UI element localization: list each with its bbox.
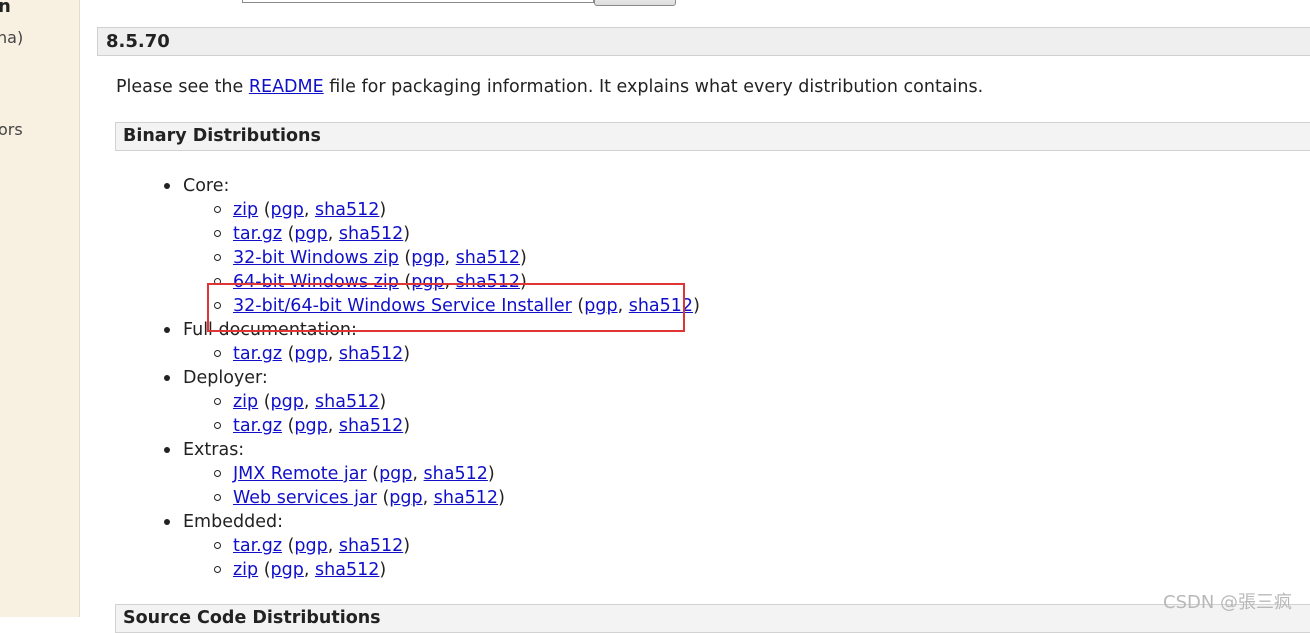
sha512-link[interactable]: sha512 (339, 344, 403, 364)
pgp-link[interactable]: pgp (379, 464, 412, 484)
pgp-link[interactable]: pgp (294, 344, 327, 364)
sha512-link[interactable]: sha512 (456, 248, 520, 268)
circle-bullet-icon (214, 494, 221, 501)
pgp-link[interactable]: pgp (584, 296, 617, 316)
list-item-embedded: Embedded: (164, 510, 283, 534)
version-header: 8.5.70 (97, 27, 1310, 56)
embedded-label: Embedded: (183, 512, 283, 532)
list-item-extras: Extras: (164, 438, 245, 462)
web-services-jar-link[interactable]: Web services jar (233, 488, 377, 508)
list-item: zip (pgp, sha512) (214, 198, 386, 222)
pgp-link[interactable]: pgp (389, 488, 422, 508)
binary-distributions-header: Binary Distributions (115, 122, 1310, 151)
bullet-icon (164, 519, 170, 525)
circle-bullet-icon (214, 350, 221, 357)
circle-bullet-icon (214, 470, 221, 477)
list-item: tar.gz (pgp, sha512) (214, 534, 410, 558)
circle-bullet-icon (214, 206, 221, 213)
sidebar-fragment: n (0, 0, 11, 17)
sidebar-fragment[interactable]: ors (0, 120, 23, 139)
extras-label: Extras: (183, 440, 245, 460)
circle-bullet-icon (214, 278, 221, 285)
deployer-targz-link[interactable]: tar.gz (233, 416, 282, 436)
section-title: Binary Distributions (123, 126, 321, 146)
list-item-deployer: Deployer: (164, 366, 268, 390)
watermark: CSDN @張三疯 (1163, 592, 1293, 613)
full-documentation-label: Full documentation: (183, 320, 357, 340)
sha512-link[interactable]: sha512 (315, 392, 379, 412)
list-item: tar.gz (pgp, sha512) (214, 222, 410, 246)
section-title: Source Code Distributions (123, 608, 381, 628)
sidebar-fragment[interactable]: na) (0, 28, 23, 47)
intro-text: Please see the README file for packaging… (116, 77, 983, 97)
pgp-link[interactable]: pgp (294, 224, 327, 244)
circle-bullet-icon (214, 398, 221, 405)
circle-bullet-icon (214, 566, 221, 573)
list-item: tar.gz (pgp, sha512) (214, 414, 410, 438)
circle-bullet-icon (214, 422, 221, 429)
jmx-remote-jar-link[interactable]: JMX Remote jar (233, 464, 367, 484)
list-item: JMX Remote jar (pgp, sha512) (214, 462, 495, 486)
deployer-zip-link[interactable]: zip (233, 392, 258, 412)
bullet-icon (164, 327, 170, 333)
pgp-link[interactable]: pgp (271, 560, 304, 580)
embedded-targz-link[interactable]: tar.gz (233, 536, 282, 556)
core-zip-link[interactable]: zip (233, 200, 258, 220)
sha512-link[interactable]: sha512 (315, 200, 379, 220)
list-item-core: Core: (164, 174, 230, 198)
source-code-distributions-header: Source Code Distributions (115, 604, 1310, 633)
windows-service-installer-link[interactable]: 32-bit/64-bit Windows Service Installer (233, 296, 572, 316)
pgp-link[interactable]: pgp (271, 392, 304, 412)
list-item-full-documentation: Full documentation: (164, 318, 357, 342)
list-item: 64-bit Windows zip (pgp, sha512) (214, 270, 527, 294)
bullet-icon (164, 375, 170, 381)
sha512-link[interactable]: sha512 (424, 464, 488, 484)
docs-targz-link[interactable]: tar.gz (233, 344, 282, 364)
sha512-link[interactable]: sha512 (456, 272, 520, 292)
list-item: 32-bit/64-bit Windows Service Installer … (214, 294, 700, 318)
sha512-link[interactable]: sha512 (629, 296, 693, 316)
circle-bullet-icon (214, 230, 221, 237)
intro-text-before: Please see the (116, 77, 249, 97)
search-button[interactable] (594, 0, 676, 6)
pgp-link[interactable]: pgp (411, 248, 444, 268)
embedded-zip-link[interactable]: zip (233, 560, 258, 580)
bullet-icon (164, 183, 170, 189)
bullet-icon (164, 447, 170, 453)
pgp-link[interactable]: pgp (294, 416, 327, 436)
readme-link[interactable]: README (249, 77, 324, 97)
win64-zip-link[interactable]: 64-bit Windows zip (233, 272, 399, 292)
sha512-link[interactable]: sha512 (339, 224, 403, 244)
sha512-link[interactable]: sha512 (339, 536, 403, 556)
sha512-link[interactable]: sha512 (339, 416, 403, 436)
sidebar: n na) ors (0, 0, 80, 617)
intro-text-after: file for packaging information. It expla… (323, 77, 984, 97)
list-item: tar.gz (pgp, sha512) (214, 342, 410, 366)
circle-bullet-icon (214, 542, 221, 549)
core-targz-link[interactable]: tar.gz (233, 224, 282, 244)
pgp-link[interactable]: pgp (294, 536, 327, 556)
version-title: 8.5.70 (106, 31, 170, 52)
sha512-link[interactable]: sha512 (315, 560, 379, 580)
list-item: zip (pgp, sha512) (214, 558, 386, 582)
sha512-link[interactable]: sha512 (434, 488, 498, 508)
circle-bullet-icon (214, 254, 221, 261)
list-item: 32-bit Windows zip (pgp, sha512) (214, 246, 527, 270)
deployer-label: Deployer: (183, 368, 268, 388)
win32-zip-link[interactable]: 32-bit Windows zip (233, 248, 399, 268)
circle-bullet-icon (214, 302, 221, 309)
search-input[interactable] (242, 0, 594, 3)
core-label: Core: (183, 176, 230, 196)
pgp-link[interactable]: pgp (411, 272, 444, 292)
list-item: zip (pgp, sha512) (214, 390, 386, 414)
pgp-link[interactable]: pgp (271, 200, 304, 220)
list-item: Web services jar (pgp, sha512) (214, 486, 505, 510)
